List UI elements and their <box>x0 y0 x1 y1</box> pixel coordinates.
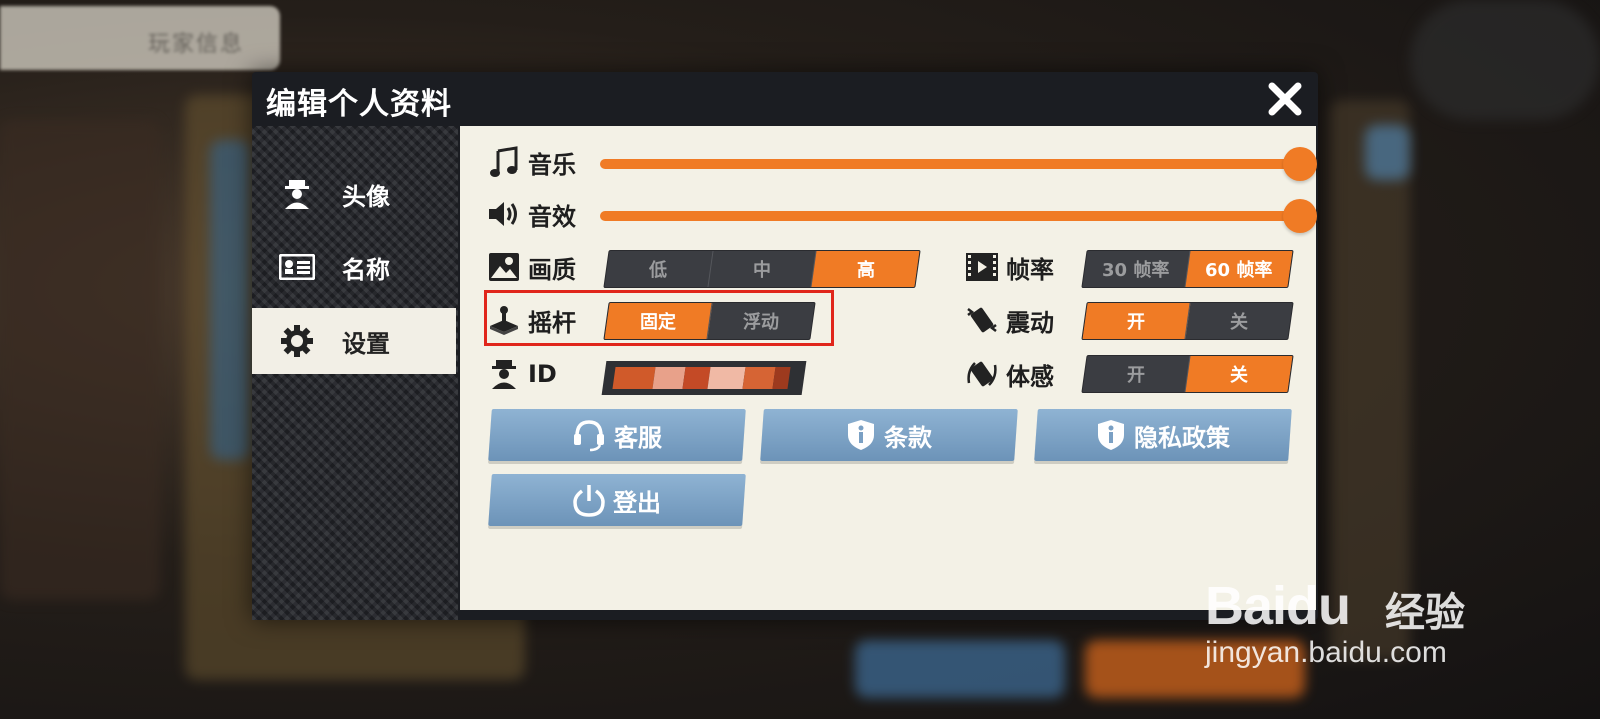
joystick-highlight-box <box>484 290 834 346</box>
sfx-row-label: 音效 <box>486 196 576 232</box>
id-label: ID <box>528 360 557 388</box>
id-row-label: ID <box>486 356 557 392</box>
sidebar-item-label: 头像 <box>342 182 390 211</box>
music-slider-thumb[interactable] <box>1283 147 1317 181</box>
watermark-url: jingyan.baidu.com <box>1205 636 1447 669</box>
music-row-label: 音乐 <box>486 144 576 180</box>
quality-option-low[interactable]: 低 <box>604 251 714 287</box>
motion-option-off[interactable]: 关 <box>1185 356 1293 392</box>
sidebar-item-avatar[interactable]: 头像 <box>252 161 456 227</box>
watermark-cn: 经验 <box>1385 590 1465 636</box>
motion-label: 体感 <box>1006 362 1054 391</box>
player-info-tab[interactable]: 玩家信息 <box>0 6 280 70</box>
film-icon <box>964 249 1000 285</box>
terms-label: 条款 <box>884 423 932 452</box>
vibration-option-off[interactable]: 关 <box>1185 303 1292 339</box>
user-id-icon <box>486 356 522 392</box>
motion-row-label: 体感 <box>964 356 1054 392</box>
quality-label: 画质 <box>528 255 576 284</box>
speaker-icon <box>486 196 522 232</box>
close-icon <box>1268 82 1302 116</box>
watermark-logo: Baidu <box>1205 576 1351 636</box>
id-value-redacted <box>601 361 807 395</box>
vibration-option-on[interactable]: 开 <box>1082 303 1191 339</box>
customer-service-button[interactable]: 客服 <box>488 409 746 461</box>
framerate-selector: 30 帧率 60 帧率 <box>1081 250 1294 288</box>
edit-profile-dialog: 编辑个人资料 头像 名称 设置 音乐 音效 画质 低 中 高 帧率 30 帧率 … <box>252 72 1318 620</box>
motion-selector: 开 关 <box>1081 355 1294 393</box>
sidebar-item-label: 名称 <box>342 255 390 284</box>
sidebar-item-settings[interactable]: 设置 <box>252 308 456 374</box>
motion-sensor-icon <box>964 356 1000 392</box>
dialog-title: 编辑个人资料 <box>266 87 452 122</box>
shield-info-icon <box>846 418 876 452</box>
sfx-slider[interactable] <box>600 211 1300 221</box>
quality-option-high[interactable]: 高 <box>811 251 920 287</box>
settings-panel: 音乐 音效 画质 低 中 高 帧率 30 帧率 60 帧率 摇杆 固定 浮动 震… <box>460 126 1317 610</box>
sidebar-item-name[interactable]: 名称 <box>252 234 456 300</box>
customer-service-label: 客服 <box>614 423 662 452</box>
logout-button[interactable]: 登出 <box>488 474 746 526</box>
vibration-label: 震动 <box>1006 308 1054 337</box>
dialog-header: 编辑个人资料 <box>252 72 1318 126</box>
motion-option-on[interactable]: 开 <box>1082 356 1191 392</box>
vibration-selector: 开 关 <box>1081 302 1294 340</box>
headset-icon <box>572 418 606 452</box>
music-note-icon <box>486 144 522 180</box>
logout-label: 登出 <box>613 488 661 517</box>
privacy-policy-label: 隐私政策 <box>1134 423 1230 452</box>
framerate-label: 帧率 <box>1006 255 1054 284</box>
sidebar: 头像 名称 设置 <box>252 126 458 620</box>
terms-button[interactable]: 条款 <box>760 409 1018 461</box>
shield-info-icon <box>1096 418 1126 452</box>
framerate-row-label: 帧率 <box>964 249 1054 285</box>
quality-selector: 低 中 高 <box>603 250 921 288</box>
close-button[interactable] <box>1264 78 1306 120</box>
sfx-label: 音效 <box>528 202 576 231</box>
quality-option-medium[interactable]: 中 <box>708 251 817 287</box>
framerate-option-60[interactable]: 60 帧率 <box>1185 251 1293 287</box>
baidu-watermark: Baidu 经验 jingyan.baidu.com <box>1205 540 1505 690</box>
gear-icon <box>252 324 342 358</box>
quality-row-label: 画质 <box>486 249 576 285</box>
power-icon <box>573 483 605 517</box>
framerate-option-30[interactable]: 30 帧率 <box>1082 251 1191 287</box>
name-card-icon <box>252 254 342 280</box>
sidebar-item-label: 设置 <box>342 329 390 358</box>
music-slider[interactable] <box>600 159 1300 169</box>
music-label: 音乐 <box>528 150 576 179</box>
vibrate-icon <box>964 302 1000 338</box>
vibration-row-label: 震动 <box>964 302 1054 338</box>
image-icon <box>486 249 522 285</box>
player-info-tab-label: 玩家信息 <box>147 32 244 57</box>
sfx-slider-thumb[interactable] <box>1283 199 1317 233</box>
avatar-icon <box>252 178 342 210</box>
privacy-policy-button[interactable]: 隐私政策 <box>1034 409 1292 461</box>
